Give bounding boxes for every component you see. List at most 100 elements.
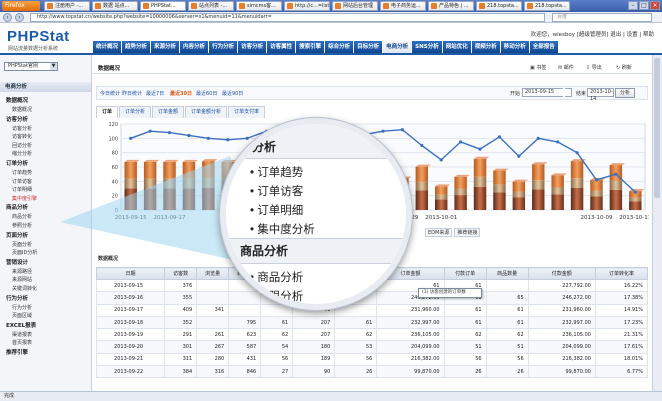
main-nav-item[interactable]: 访客属性 xyxy=(267,41,296,53)
main-nav-item[interactable]: 趋势分析 xyxy=(122,41,151,53)
browser-tab[interactable]: PHPStat... xyxy=(140,1,186,11)
browser-tab[interactable]: simcms客... xyxy=(236,1,282,11)
date-range-link[interactable]: 昨日统计 xyxy=(122,90,142,97)
date-range-link[interactable]: 今日统计 xyxy=(100,90,120,97)
browser-tab[interactable]: 注册用户 -... xyxy=(44,1,90,11)
mag-item-order-detail[interactable]: • 订单明细 xyxy=(250,202,303,218)
sidebar-item[interactable]: 数据概况 xyxy=(12,106,32,113)
main-nav-item[interactable]: 来源分析 xyxy=(151,41,180,53)
sidebar-group[interactable]: EXCEL报表 xyxy=(6,321,36,329)
tab-favicon-icon xyxy=(431,3,437,9)
main-nav-item[interactable]: 电商分析 xyxy=(383,41,412,53)
refresh-button[interactable]: ↻ 刷新 xyxy=(616,64,632,71)
sidebar-group[interactable]: 商品分析 xyxy=(6,203,28,211)
sidebar-item[interactable]: 缩分分析 xyxy=(12,150,32,157)
date-range-link[interactable]: 最近30日 xyxy=(170,90,192,97)
site-select[interactable]: PHPStat官网 ▼ xyxy=(4,62,58,71)
back-icon[interactable]: ‹ xyxy=(3,13,12,22)
main-nav-item[interactable]: SNS分析 xyxy=(412,41,442,53)
browser-tab[interactable]: 218.topsta... xyxy=(476,1,522,11)
main-nav-item[interactable]: 统计概况 xyxy=(93,41,122,53)
sub-tab[interactable]: 订单 xyxy=(96,106,119,118)
date-range-link[interactable]: 最近7日 xyxy=(146,90,164,97)
sub-tab[interactable]: 订单金额分析 xyxy=(185,106,228,118)
sidebar-item[interactable]: 订单明细 xyxy=(12,186,32,193)
sidebar-item[interactable]: 页面区域 xyxy=(12,312,32,319)
sidebar-item[interactable]: 来源路径 xyxy=(12,268,32,275)
sidebar-item[interactable]: 关键词转化 xyxy=(12,285,37,292)
main-nav-item[interactable]: 综合分析 xyxy=(325,41,354,53)
sub-tab[interactable]: 订单支付率 xyxy=(228,106,266,118)
maximize-icon[interactable]: □ xyxy=(639,1,649,10)
sidebar-item[interactable]: 访客转化 xyxy=(12,133,32,140)
main-nav-item[interactable]: 行为分析 xyxy=(209,41,238,53)
close-icon[interactable]: × xyxy=(650,1,660,10)
mag-item-concentration[interactable]: • 集中度分析 xyxy=(250,221,315,237)
export-button[interactable]: ⇩ 导出 xyxy=(586,64,602,71)
browser-tab[interactable]: 电子商务运... xyxy=(380,1,426,11)
mag-item-product[interactable]: • 商品分析 xyxy=(250,269,303,285)
sidebar-item[interactable]: 行为分析 xyxy=(12,304,32,311)
y-tick-label: 120 xyxy=(108,122,118,128)
sidebar-item[interactable]: 来源网站 xyxy=(12,276,32,283)
sidebar-item[interactable]: 参照分析 xyxy=(12,222,32,229)
table-cell: 227,792.00 xyxy=(527,278,596,293)
browser-tab[interactable]: 产品特色 | ... xyxy=(428,1,474,11)
search-input[interactable]: 百度 xyxy=(552,13,652,22)
date-range-link[interactable]: 最近60日 xyxy=(196,90,217,97)
line-point xyxy=(594,178,599,182)
user-info[interactable]: 欢迎您，wiesboy [超级管理员] 退出 | 设置 | 帮助 xyxy=(531,30,654,38)
browser-tab[interactable]: http://c...=list xyxy=(284,1,330,11)
sidebar-item[interactable]: 首页报表 xyxy=(12,339,32,346)
sidebar-group[interactable]: 营销设计 xyxy=(6,258,28,266)
scrollbar-thumb[interactable] xyxy=(654,58,660,198)
sub-tab[interactable]: 订单金额 xyxy=(152,106,185,118)
sidebar-item[interactable]: 页面分析 xyxy=(12,241,32,248)
end-date-input[interactable]: 2013-10-14 xyxy=(587,88,614,102)
sidebar-item[interactable]: 回访分析 xyxy=(12,142,32,149)
bookmark-button[interactable]: ▣ 书签 xyxy=(530,64,546,71)
forward-icon[interactable]: › xyxy=(15,13,24,22)
sidebar-group[interactable]: 访客分析 xyxy=(6,115,28,123)
sidebar-item[interactable]: 订单访客 xyxy=(12,178,32,185)
main-nav-item[interactable]: 访客分析 xyxy=(238,41,267,53)
site-select-value: PHPStat官网 xyxy=(8,63,38,69)
browser-tab[interactable]: 数据 站点... xyxy=(92,1,138,11)
browser-tab[interactable]: 网站后台管理 xyxy=(332,1,378,11)
date-range-link[interactable]: 最近90日 xyxy=(222,90,243,97)
sidebar-item[interactable]: 订单趋势 xyxy=(12,169,32,176)
minimize-icon[interactable]: – xyxy=(628,1,638,10)
sidebar-group[interactable]: 行为分析 xyxy=(6,294,28,302)
main-nav-item[interactable]: 搜索引擎 xyxy=(296,41,325,53)
sidebar-item[interactable]: 商品分析 xyxy=(12,213,32,220)
browser-tab[interactable]: 218.topsta... xyxy=(524,1,570,11)
mag-item-quadrant[interactable]: • 象限分析 xyxy=(250,288,303,304)
sidebar-group[interactable]: 数据概况 xyxy=(6,96,28,104)
mag-item-order-visitor[interactable]: • 订单访客 xyxy=(250,183,303,199)
table-cell: 2013-09-17 xyxy=(95,303,166,317)
sidebar-item[interactable]: 集中度引擎 xyxy=(12,195,37,202)
main-nav-item[interactable]: 视频分析 xyxy=(471,41,500,53)
analyze-button[interactable]: 分析 xyxy=(615,88,635,98)
main-nav-item[interactable]: 内容分析 xyxy=(180,41,209,53)
sub-tab[interactable]: 订单分析 xyxy=(119,106,152,118)
main-nav-item[interactable]: 全部报告 xyxy=(529,41,558,53)
sidebar-item[interactable]: 访客分析 xyxy=(12,125,32,132)
sidebar-item[interactable]: 渠道报表 xyxy=(12,331,32,338)
sidebar-group[interactable]: 页面分析 xyxy=(6,231,28,239)
firefox-menu-button[interactable]: Firefox xyxy=(2,1,40,11)
mag-item-order-trend[interactable]: • 订单趋势 xyxy=(250,164,303,180)
main-nav-item[interactable]: 目标分析 xyxy=(354,41,383,53)
main-nav-item[interactable]: 网站优化 xyxy=(442,41,471,53)
main-nav-item[interactable]: 移动分析 xyxy=(500,41,529,53)
bar-segment xyxy=(454,188,467,196)
sidebar-group[interactable]: 订单分析 xyxy=(6,159,28,167)
legend-edm[interactable]: EDM来源 xyxy=(425,228,453,237)
legend-recommend[interactable]: 推荐链接 xyxy=(454,228,481,237)
browser-tab[interactable]: 站点列表 -... xyxy=(188,1,234,11)
browser-tab-label: 注册用户 -... xyxy=(55,3,84,9)
email-button[interactable]: ✉ 邮件 xyxy=(558,64,574,71)
sidebar-item[interactable]: 页面ID分析 xyxy=(12,249,37,256)
sidebar-group[interactable]: 推荐引擎 xyxy=(6,348,28,356)
url-bar[interactable]: http://www.topstat.cn/website.php?websit… xyxy=(30,13,545,22)
